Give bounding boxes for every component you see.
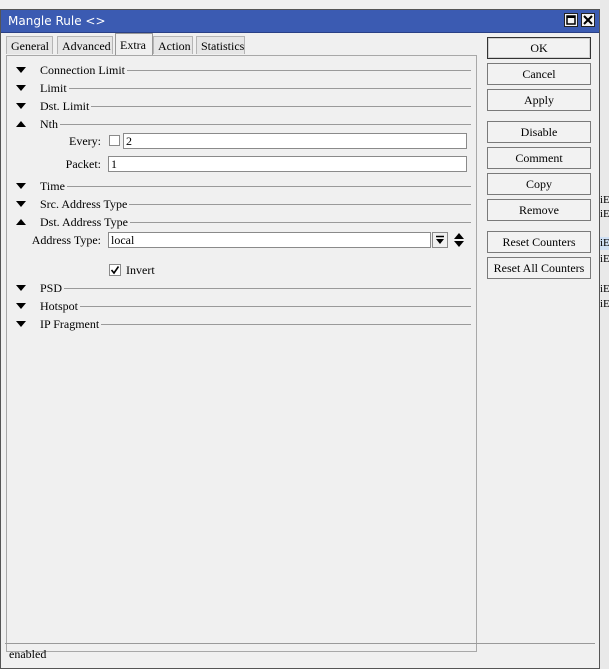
- section-nth[interactable]: Nth: [16, 117, 471, 131]
- section-label: Src. Address Type: [40, 197, 130, 211]
- section-psd[interactable]: PSD: [16, 281, 471, 295]
- collapse-up-icon: [16, 219, 26, 225]
- section-limit[interactable]: Limit: [16, 81, 471, 95]
- background-row: iE: [600, 298, 609, 310]
- section-label: PSD: [40, 281, 65, 295]
- remove-button[interactable]: Remove: [487, 199, 591, 221]
- section-ip-fragment[interactable]: IP Fragment: [16, 317, 471, 331]
- apply-button[interactable]: Apply: [487, 89, 591, 111]
- section-label: Connection Limit: [40, 63, 127, 77]
- section-label: Dst. Address Type: [40, 215, 130, 229]
- packet-field[interactable]: 1: [108, 156, 467, 172]
- comment-button[interactable]: Comment: [487, 147, 591, 169]
- background-row: iE: [600, 283, 609, 295]
- address-type-select[interactable]: local: [108, 232, 431, 248]
- packet-label: Packet:: [65, 157, 101, 171]
- maximize-icon: [566, 15, 576, 25]
- section-label: Limit: [40, 81, 69, 95]
- tab-extra[interactable]: Extra: [115, 33, 153, 55]
- tab-general[interactable]: General: [6, 36, 53, 54]
- checkmark-icon: [110, 266, 120, 275]
- section-hotspot[interactable]: Hotspot: [16, 299, 471, 313]
- address-type-dropdown-button[interactable]: [432, 232, 448, 248]
- ok-button[interactable]: OK: [487, 37, 591, 59]
- reset-all-counters-button[interactable]: Reset All Counters: [487, 257, 591, 279]
- section-connection-limit[interactable]: Connection Limit: [16, 63, 471, 77]
- section-dst-address-type[interactable]: Dst. Address Type: [16, 215, 471, 229]
- section-label: IP Fragment: [40, 317, 102, 331]
- expand-down-icon: [16, 183, 26, 189]
- expand-down-icon: [16, 321, 26, 327]
- expand-down-icon: [16, 103, 26, 109]
- extra-tab-panel: Connection Limit Limit Dst. Limit Nth Ev…: [6, 55, 477, 652]
- window-title: Mangle Rule <>: [8, 14, 106, 28]
- dropdown-arrow-icon: [436, 235, 444, 244]
- section-dst-limit[interactable]: Dst. Limit: [16, 99, 471, 113]
- section-src-address-type[interactable]: Src. Address Type: [16, 197, 471, 211]
- section-time[interactable]: Time: [16, 179, 471, 193]
- section-label: Hotspot: [40, 299, 81, 313]
- reset-counters-button[interactable]: Reset Counters: [487, 231, 591, 253]
- background-row: iE: [600, 237, 609, 250]
- collapse-up-icon: [16, 121, 26, 127]
- background-row: iE: [600, 194, 609, 206]
- mangle-rule-window: Mangle Rule <> General Advanced Extra Ac…: [0, 9, 600, 669]
- status-text: enabled: [9, 647, 47, 661]
- section-label: Time: [40, 179, 67, 193]
- tab-action[interactable]: Action: [153, 36, 193, 54]
- every-negate-checkbox[interactable]: [109, 135, 120, 146]
- cancel-button[interactable]: Cancel: [487, 63, 591, 85]
- every-label: Every:: [69, 134, 101, 148]
- expand-down-icon: [16, 85, 26, 91]
- maximize-button[interactable]: [564, 13, 578, 27]
- expand-down-icon: [16, 285, 26, 291]
- address-type-label: Address Type:: [31, 233, 101, 247]
- invert-label: Invert: [126, 263, 155, 277]
- expand-down-icon: [16, 303, 26, 309]
- every-field[interactable]: 2: [123, 133, 467, 149]
- background-window-strip: iE iE iE iE iE iE: [600, 0, 609, 669]
- background-row: iE: [600, 253, 609, 265]
- expand-down-icon: [16, 201, 26, 207]
- background-row: iE: [600, 208, 609, 220]
- section-label: Dst. Limit: [40, 99, 92, 113]
- status-bar: enabled: [5, 643, 595, 662]
- expand-down-icon: [16, 67, 26, 73]
- tab-statistics[interactable]: Statistics: [196, 36, 245, 54]
- close-button[interactable]: [581, 13, 595, 27]
- tab-advanced[interactable]: Advanced: [57, 36, 113, 54]
- close-icon: [583, 15, 593, 25]
- sort-updown-icon[interactable]: [453, 233, 465, 247]
- invert-checkbox[interactable]: [109, 264, 121, 276]
- section-label: Nth: [40, 117, 60, 131]
- disable-button[interactable]: Disable: [487, 121, 591, 143]
- title-bar[interactable]: Mangle Rule <>: [1, 10, 599, 33]
- copy-button[interactable]: Copy: [487, 173, 591, 195]
